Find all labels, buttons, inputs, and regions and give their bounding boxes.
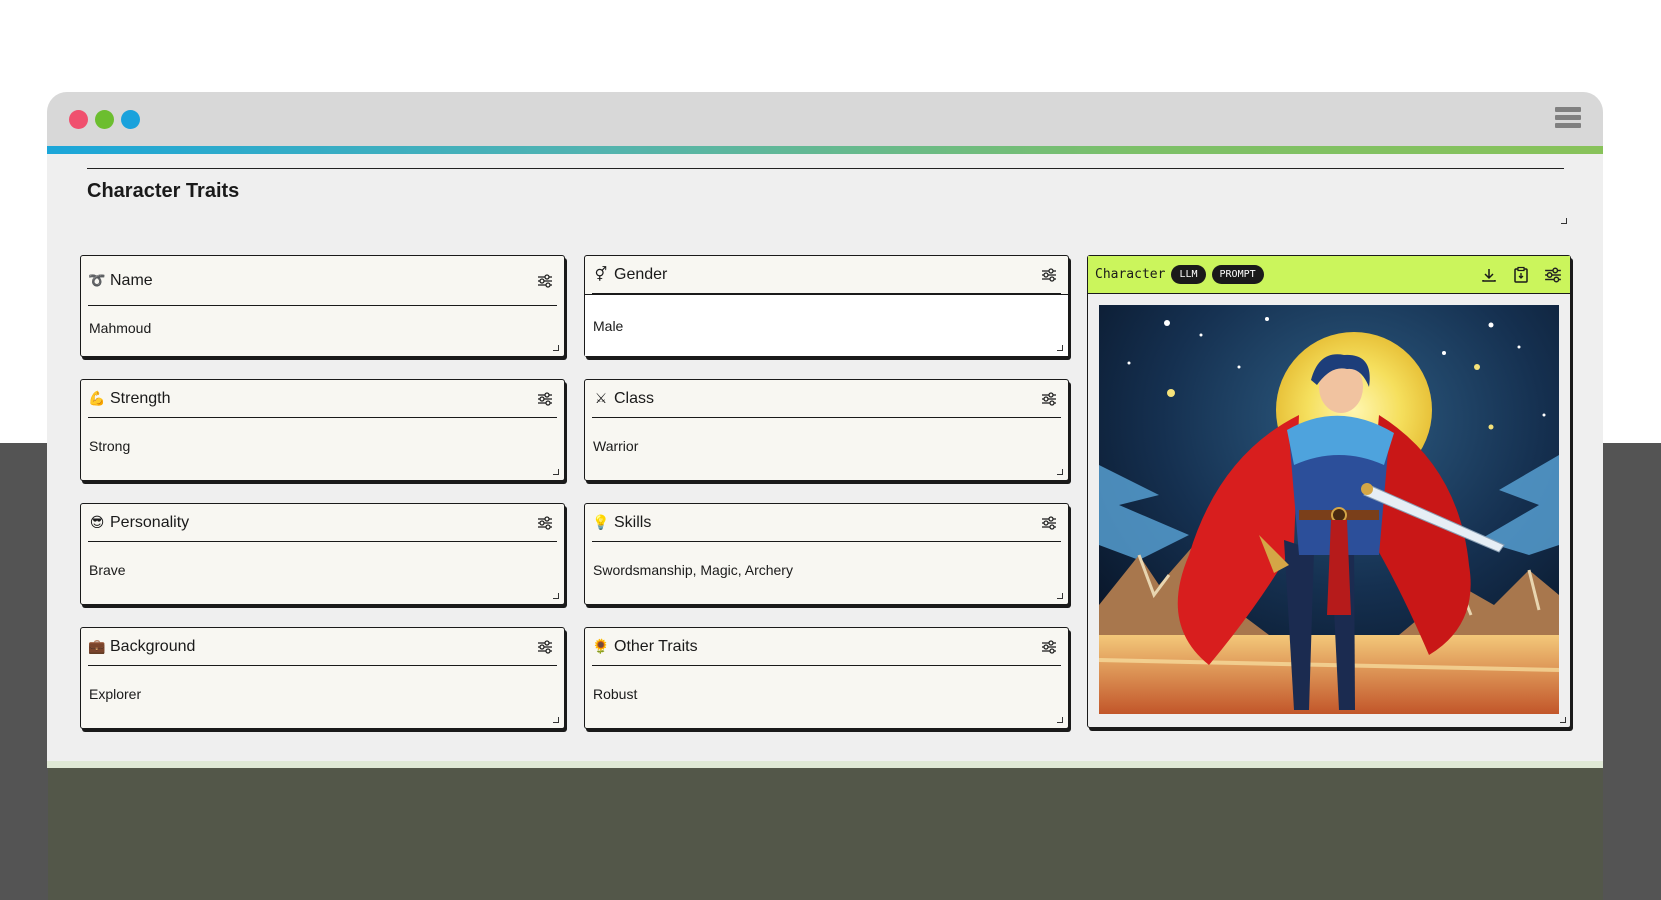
trait-value[interactable]: Brave	[89, 562, 126, 578]
trait-value[interactable]: Warrior	[593, 438, 638, 454]
sliders-icon[interactable]	[1041, 267, 1057, 283]
character-header: Character LLM PROMPT	[1088, 256, 1570, 294]
trait-label: Background	[110, 637, 196, 655]
gender-input[interactable]	[585, 294, 1068, 356]
briefcase-icon: 💼	[88, 638, 106, 655]
resize-handle-icon[interactable]	[1057, 593, 1063, 599]
trait-card-gender: ⚥ Gender	[584, 255, 1069, 357]
trait-label: Name	[110, 271, 153, 289]
sunflower-icon: 🌻	[592, 638, 610, 655]
trait-header: 💪 Strength	[88, 380, 557, 418]
trait-value[interactable]: Strong	[89, 438, 130, 454]
flexed-bicep-icon: 💪	[88, 390, 106, 407]
trait-header: ➰ Name	[88, 256, 557, 306]
prompt-badge[interactable]: PROMPT	[1211, 265, 1264, 284]
llm-badge[interactable]: LLM	[1171, 265, 1206, 284]
resize-handle-icon[interactable]	[553, 717, 559, 723]
sliders-icon[interactable]	[1041, 391, 1057, 407]
minimize-dot-icon[interactable]	[95, 110, 114, 129]
trait-card-skills: 💡 Skills Swordsmanship, Magic, Archery	[584, 503, 1069, 605]
sliders-icon[interactable]	[537, 639, 553, 655]
backdrop-right	[1603, 443, 1661, 900]
trait-card-background: 💼 Background Explorer	[80, 627, 565, 729]
character-title: Character	[1095, 267, 1166, 282]
sliders-icon[interactable]	[1544, 266, 1562, 284]
resize-handle-icon[interactable]	[553, 593, 559, 599]
resize-handle-icon[interactable]	[1057, 345, 1063, 351]
resize-handle-icon[interactable]	[553, 469, 559, 475]
close-dot-icon[interactable]	[69, 110, 88, 129]
backdrop-bottom	[48, 768, 1603, 900]
trait-header: 😎 Personality	[88, 504, 557, 542]
character-panel: Character LLM PROMPT	[1087, 255, 1571, 728]
footer-line	[47, 761, 1603, 768]
resize-handle-icon[interactable]	[1560, 717, 1566, 723]
trait-card-name: ➰ Name Mahmoud	[80, 255, 565, 357]
trait-header: 💡 Skills	[592, 504, 1061, 542]
trait-header: ⚔ Class	[592, 380, 1061, 418]
gender-icon: ⚥	[594, 266, 608, 283]
trait-label: Strength	[110, 389, 171, 407]
sunglasses-face-icon: 😎	[89, 514, 105, 531]
trait-value[interactable]: Mahmoud	[89, 320, 151, 336]
sliders-icon[interactable]	[537, 391, 553, 407]
trait-card-strength: 💪 Strength Strong	[80, 379, 565, 481]
hero-illustration	[1099, 305, 1559, 714]
copy-icon[interactable]	[1512, 266, 1530, 284]
trait-header: 💼 Background	[88, 628, 557, 666]
sliders-icon[interactable]	[537, 273, 553, 289]
trait-value[interactable]: Robust	[593, 686, 637, 702]
trait-label: Class	[614, 389, 655, 407]
sliders-icon[interactable]	[537, 515, 553, 531]
trait-label: Other Traits	[614, 637, 698, 655]
resize-handle-icon[interactable]	[553, 345, 559, 351]
resize-handle-icon[interactable]	[1057, 717, 1063, 723]
title-bar	[47, 92, 1603, 146]
trait-value[interactable]: Explorer	[89, 686, 141, 702]
accent-bar	[47, 146, 1603, 154]
trait-card-other: 🌻 Other Traits Robust	[584, 627, 1069, 729]
trait-card-personality: 😎 Personality Brave	[80, 503, 565, 605]
app-window: Character Traits ➰ Name Mahmoud ⚥ Gender	[47, 92, 1603, 768]
resize-handle-icon[interactable]	[1057, 469, 1063, 475]
trait-value[interactable]: Swordsmanship, Magic, Archery	[593, 562, 793, 578]
curl-icon: ➰	[88, 272, 106, 289]
resize-handle-icon[interactable]	[1561, 218, 1567, 224]
sliders-icon[interactable]	[1041, 515, 1057, 531]
maximize-dot-icon[interactable]	[121, 110, 140, 129]
hamburger-icon[interactable]	[1555, 107, 1581, 131]
trait-label: Skills	[614, 513, 652, 531]
trait-label: Gender	[614, 265, 668, 283]
trait-header: ⚥ Gender	[592, 256, 1061, 294]
sliders-icon[interactable]	[1041, 639, 1057, 655]
trait-label: Personality	[110, 513, 190, 531]
trait-header: 🌻 Other Traits	[592, 628, 1061, 666]
crossed-swords-icon: ⚔	[594, 390, 608, 407]
section-title: Character Traits	[87, 180, 240, 202]
backdrop-left	[0, 443, 48, 900]
trait-card-class: ⚔ Class Warrior	[584, 379, 1069, 481]
download-icon[interactable]	[1480, 266, 1498, 284]
lightbulb-icon: 💡	[592, 514, 610, 531]
section-divider	[87, 168, 1564, 169]
